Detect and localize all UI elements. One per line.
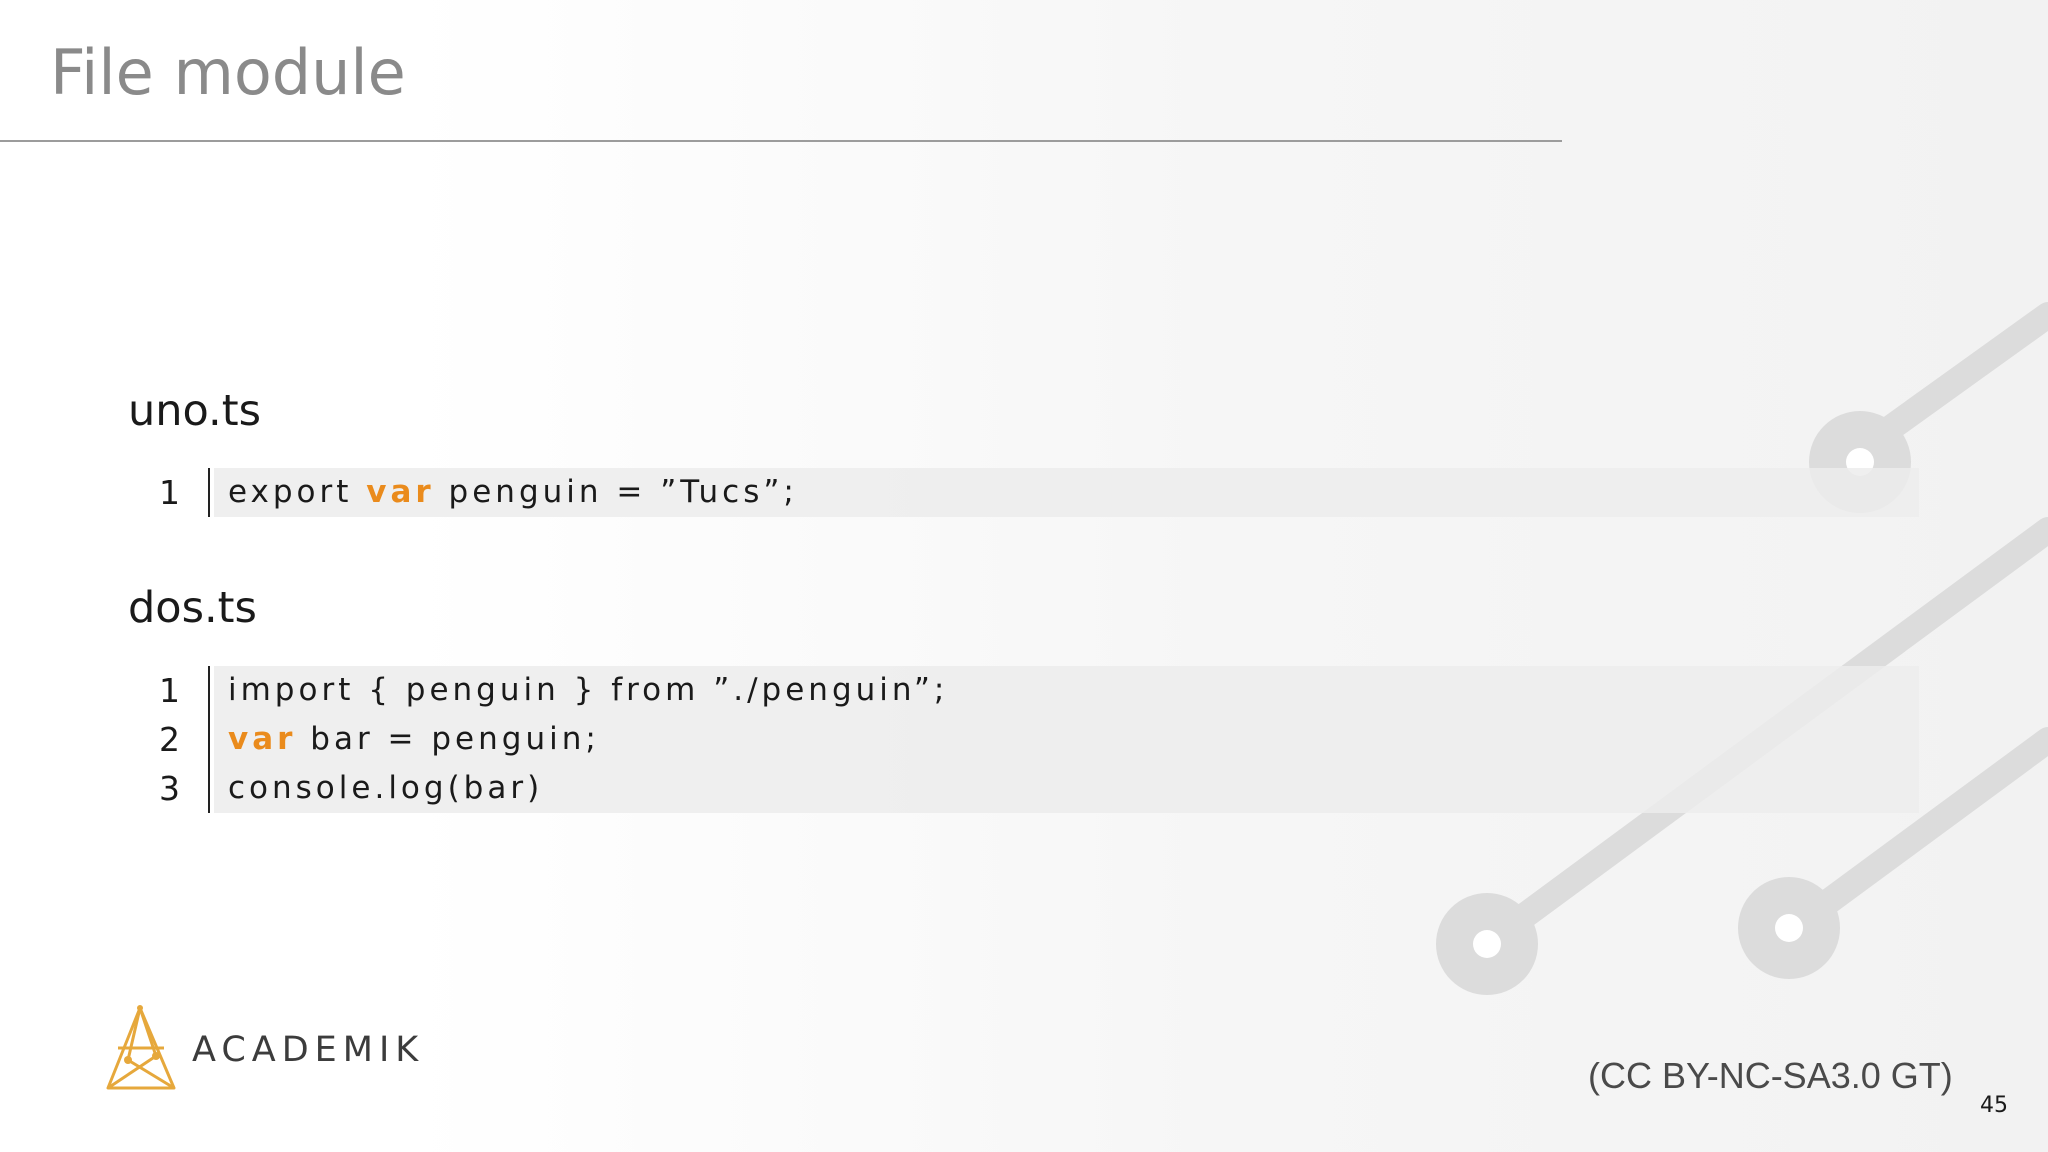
code-text: export var penguin = ”Tucs”; <box>228 468 798 517</box>
license-label: (CC BY-NC-SA3.0 GT) <box>1588 1055 1953 1096</box>
line-number-separator <box>208 468 210 517</box>
code-token: console.log(bar) <box>228 770 544 806</box>
line-number: 3 <box>159 769 180 808</box>
code-block-dos: 1 import { penguin } from ”./penguin”; 2… <box>144 666 1919 813</box>
file-label-uno: uno.ts <box>128 386 261 436</box>
code-token: import { penguin } from ”./penguin”; <box>228 672 949 708</box>
logo-text: ACADEMIK <box>192 1030 425 1070</box>
code-text: console.log(bar) <box>228 764 543 813</box>
code-token: export <box>228 474 367 510</box>
file-label-dos: dos.ts <box>128 583 257 633</box>
line-number-separator <box>208 715 210 764</box>
code-token: penguin = ”Tucs”; <box>434 474 798 510</box>
keyword-token: var <box>228 721 297 757</box>
code-text: var bar = penguin; <box>228 715 600 764</box>
code-line: 1 import { penguin } from ”./penguin”; <box>144 666 1919 715</box>
code-token: bar = penguin; <box>296 721 600 757</box>
code-line: 2 var bar = penguin; <box>144 715 1919 764</box>
page-number: 45 <box>1980 1093 2008 1118</box>
slide-title: File module <box>50 36 406 109</box>
line-number: 1 <box>159 671 180 710</box>
code-line: 3 console.log(bar) <box>144 764 1919 813</box>
title-divider <box>0 140 1562 142</box>
line-number: 1 <box>159 473 180 512</box>
keyword-token: var <box>366 474 435 510</box>
line-number-separator <box>208 764 210 813</box>
circuit-decoration <box>1436 302 2048 995</box>
line-number-separator <box>208 666 210 715</box>
code-line: 1 export var penguin = ”Tucs”; <box>144 468 1919 517</box>
code-text: import { penguin } from ”./penguin”; <box>228 666 948 715</box>
code-block-uno: 1 export var penguin = ”Tucs”; <box>144 468 1919 517</box>
line-number: 2 <box>159 720 180 759</box>
